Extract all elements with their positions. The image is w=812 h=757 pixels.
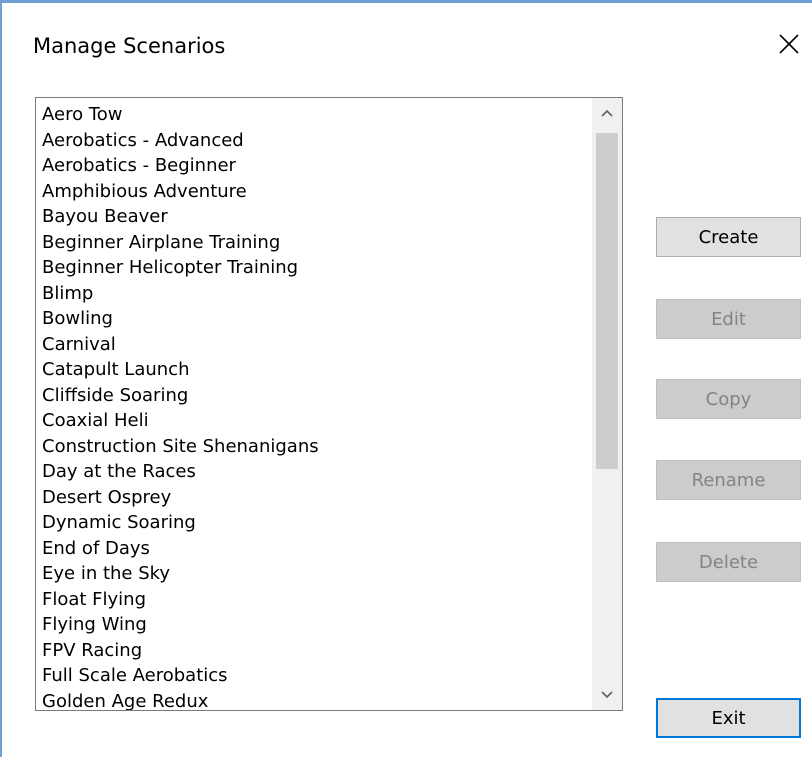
edit-button[interactable]: Edit <box>656 299 801 339</box>
list-item[interactable]: Dynamic Soaring <box>42 510 592 536</box>
window-frame-top <box>0 0 812 3</box>
close-icon <box>778 33 800 55</box>
list-item[interactable]: Bayou Beaver <box>42 204 592 230</box>
list-item[interactable]: Eye in the Sky <box>42 561 592 587</box>
rename-button[interactable]: Rename <box>656 460 801 500</box>
list-item[interactable]: Aerobatics - Advanced <box>42 128 592 154</box>
scenario-listbox[interactable]: Aero Tow Aerobatics - Advanced Aerobatics … <box>35 97 623 711</box>
window-title: Manage Scenarios <box>33 34 226 58</box>
list-item[interactable]: FPV Racing <box>42 638 592 664</box>
scroll-down-button[interactable] <box>592 680 622 710</box>
list-item[interactable]: Aero Tow <box>42 102 592 128</box>
list-item[interactable]: Beginner Airplane Training <box>42 230 592 256</box>
close-button[interactable] <box>771 24 807 64</box>
exit-button[interactable]: Exit <box>656 698 801 738</box>
scroll-thumb[interactable] <box>596 133 618 469</box>
list-item[interactable]: Coaxial Heli <box>42 408 592 434</box>
list-item[interactable]: Beginner Helicopter Training <box>42 255 592 281</box>
list-item[interactable]: Bowling <box>42 306 592 332</box>
window-frame-left <box>0 0 2 757</box>
list-item[interactable]: Day at the Races <box>42 459 592 485</box>
list-item[interactable]: Construction Site Shenanigans <box>42 434 592 460</box>
create-button[interactable]: Create <box>656 217 801 257</box>
copy-button[interactable]: Copy <box>656 379 801 419</box>
delete-button[interactable]: Delete <box>656 542 801 582</box>
scenario-list: Aero Tow Aerobatics - Advanced Aerobatics … <box>42 102 592 711</box>
chevron-up-icon <box>600 108 614 118</box>
list-item[interactable]: Cliffside Soaring <box>42 383 592 409</box>
list-item[interactable]: Flying Wing <box>42 612 592 638</box>
vertical-scrollbar[interactable] <box>592 98 622 710</box>
list-item[interactable]: Catapult Launch <box>42 357 592 383</box>
list-item[interactable]: Blimp <box>42 281 592 307</box>
list-item[interactable]: Carnival <box>42 332 592 358</box>
list-item[interactable]: Desert Osprey <box>42 485 592 511</box>
chevron-down-icon <box>600 690 614 700</box>
list-item[interactable]: Amphibious Adventure <box>42 179 592 205</box>
list-item[interactable]: End of Days <box>42 536 592 562</box>
scroll-up-button[interactable] <box>592 98 622 128</box>
list-item[interactable]: Full Scale Aerobatics <box>42 663 592 689</box>
list-item[interactable]: Golden Age Redux <box>42 689 592 711</box>
list-item[interactable]: Aerobatics - Beginner <box>42 153 592 179</box>
list-item[interactable]: Float Flying <box>42 587 592 613</box>
